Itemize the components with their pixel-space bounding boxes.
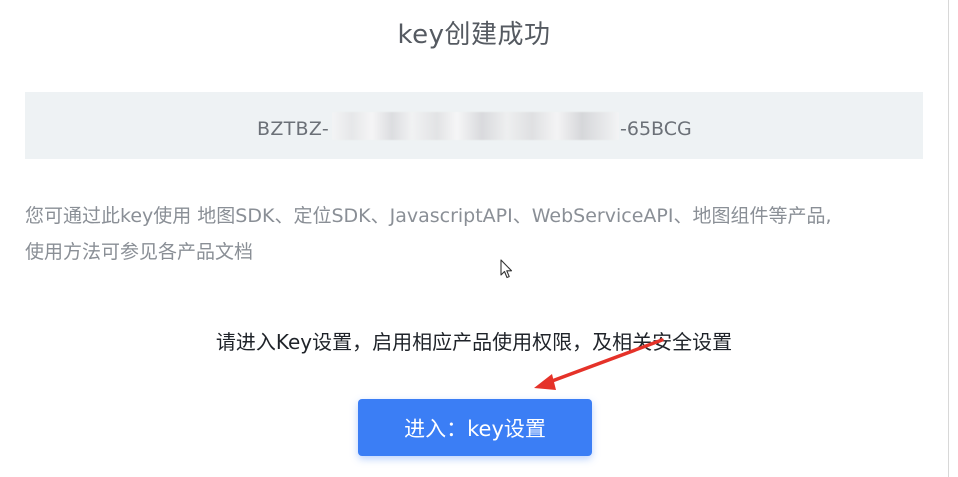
key-redacted-mask [332,112,619,140]
dialog-title: key创建成功 [397,20,551,50]
description-line-2: 使用方法可参见各产品文档 [25,241,254,263]
key-created-dialog: key创建成功 BZTBZ- -65BCG 您可通过此key使用 地图SDK、定… [0,0,958,477]
description-line-1: 您可通过此key使用 地图SDK、定位SDK、JavascriptAPI、Web… [25,205,832,227]
key-prefix: BZTBZ- [257,118,330,140]
red-arrow-annotation [534,338,664,390]
description-text: 您可通过此key使用 地图SDK、定位SDK、JavascriptAPI、Web… [25,198,925,270]
settings-hint: 请进入Key设置，启用相应产品使用权限，及相关安全设置 [215,330,733,354]
key-suffix: -65BCG [620,118,692,140]
panel-border [948,0,949,477]
mouse-pointer-icon [500,259,513,279]
enter-key-settings-button[interactable]: 进入：key设置 [358,399,592,456]
